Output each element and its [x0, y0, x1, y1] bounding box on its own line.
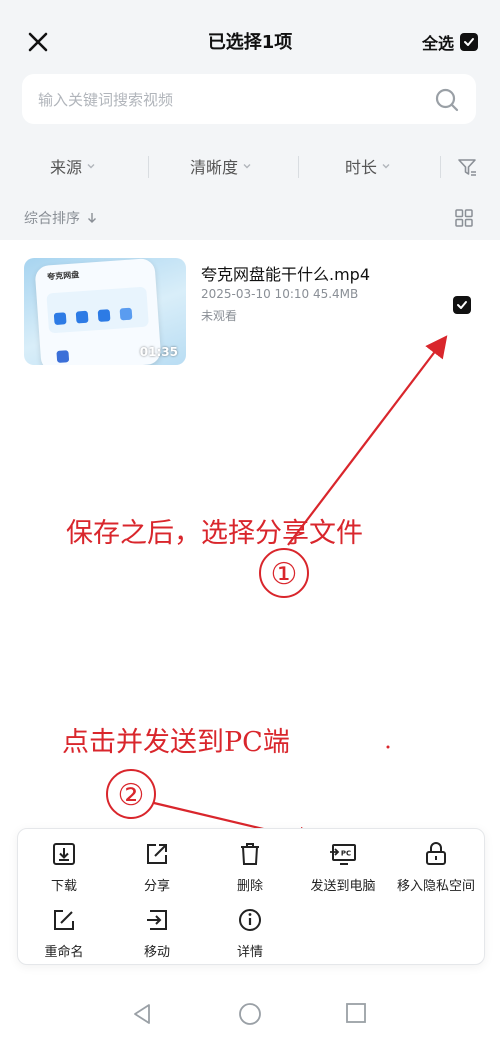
arrow-down-icon	[88, 213, 96, 223]
annotation-step2-number: ②	[118, 778, 145, 813]
svg-text:PC: PC	[341, 850, 351, 858]
share-icon	[147, 844, 167, 864]
thumbnail-app-icon	[97, 309, 111, 322]
send-to-pc-icon: PC	[330, 844, 356, 865]
filter-bar: 来源 清晰度 时长	[0, 140, 500, 192]
download-button[interactable]: 下载	[18, 841, 110, 894]
move-button[interactable]: 移动	[111, 907, 203, 960]
header: 已选择1项 全选	[0, 0, 500, 82]
thumbnail-app-icon	[75, 310, 89, 324]
move-to-private-space-label: 移入隐私空间	[396, 879, 475, 894]
video-thumbnail[interactable]: 夸克网盘 01:35	[24, 258, 186, 365]
share-button[interactable]: 分享	[111, 841, 203, 894]
thumbnail-app-icon	[56, 350, 70, 363]
search-input[interactable]: 输入关键词搜索视频	[22, 74, 476, 124]
details-label: 详情	[236, 945, 263, 960]
share-label: 分享	[143, 879, 170, 894]
send-to-pc-label: 发送到电脑	[310, 879, 376, 894]
sort-label: 综合排序	[24, 211, 80, 227]
thumbnail-app-title: 夸克网盘	[46, 270, 80, 282]
select-all-checkbox-icon[interactable]	[460, 33, 478, 51]
filter-divider	[298, 156, 299, 178]
move-label: 移动	[143, 945, 170, 960]
move-to-private-space-button[interactable]: 移入隐私空间	[390, 841, 482, 894]
info-icon	[239, 909, 261, 931]
filter-divider	[440, 156, 441, 178]
system-nav-bar	[0, 990, 500, 1041]
video-watch-status: 未观看	[201, 309, 238, 323]
annotation-circle-1	[259, 548, 309, 598]
trash-icon	[241, 843, 259, 865]
delete-button[interactable]: 删除	[204, 841, 296, 894]
video-list-item[interactable]: 夸克网盘 01:35 夸克网盘能干什么.mp4 2025-03-10 10:10…	[0, 240, 500, 380]
rename-icon	[54, 910, 74, 930]
filter-duration[interactable]: 时长	[345, 154, 391, 178]
sort-bar: 综合排序	[0, 200, 500, 236]
recents-icon[interactable]	[345, 1002, 367, 1024]
filter-resolution[interactable]: 清晰度	[190, 154, 252, 178]
rename-button[interactable]: 重命名	[18, 907, 110, 960]
rename-label: 重命名	[44, 945, 84, 960]
annotation-step1-number: ①	[271, 557, 298, 592]
move-icon	[147, 910, 167, 930]
annotation-step1-text: 保存之后，选择分享文件	[66, 518, 363, 549]
sort-button[interactable]: 综合排序	[24, 208, 98, 228]
select-all-label: 全选	[421, 34, 454, 53]
filter-icon[interactable]	[456, 156, 478, 178]
item-checkbox[interactable]	[453, 296, 471, 314]
thumbnail-app-icon	[53, 312, 67, 326]
home-icon[interactable]	[238, 1002, 262, 1026]
delete-label: 删除	[236, 879, 263, 894]
filter-source[interactable]: 来源	[50, 154, 96, 178]
chevron-down-icon	[87, 164, 95, 169]
download-icon	[53, 843, 75, 865]
filter-source-label: 来源	[50, 158, 83, 177]
select-all-button[interactable]: 全选	[422, 30, 478, 54]
filter-resolution-label: 清晰度	[190, 158, 239, 177]
annotation-circle-2	[106, 769, 156, 819]
video-duration: 01:35	[139, 345, 178, 359]
search-icon[interactable]	[434, 87, 460, 113]
video-file-name: 夸克网盘能干什么.mp4	[201, 265, 371, 284]
send-to-pc-button[interactable]: PC 发送到电脑	[297, 841, 389, 894]
check-icon	[457, 301, 467, 309]
action-panel: 下载 分享 删除 PC 发送到电脑 移入隐私空间 重命名 移动 详情	[17, 828, 485, 965]
lock-icon	[426, 842, 446, 865]
filter-divider	[148, 156, 149, 178]
chevron-down-icon	[243, 164, 251, 169]
annotation-step2-text: 点击并发送到PC端	[62, 727, 290, 758]
filter-duration-label: 时长	[345, 158, 378, 177]
chevron-down-icon	[382, 164, 390, 169]
download-label: 下载	[50, 879, 77, 894]
details-button[interactable]: 详情	[204, 907, 296, 960]
top-area: 已选择1项 全选 输入关键词搜索视频 来源 清晰度 时长 综合排序	[0, 0, 500, 240]
grid-view-icon[interactable]	[454, 208, 474, 228]
video-meta: 2025-03-10 10:10 45.4MB	[201, 287, 359, 301]
thumbnail-app-icon	[119, 307, 133, 321]
back-icon[interactable]	[131, 1002, 153, 1026]
annotation-dot	[386, 745, 390, 749]
search-placeholder: 输入关键词搜索视频	[38, 91, 174, 109]
